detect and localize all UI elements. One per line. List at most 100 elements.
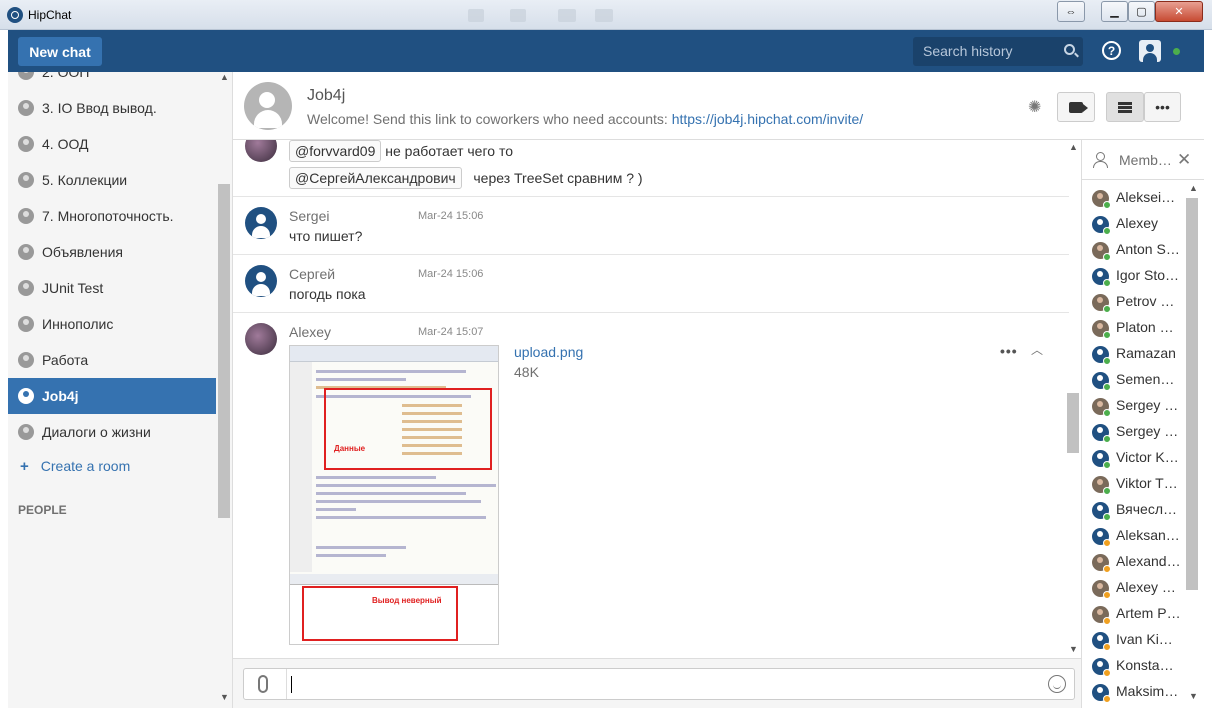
window-title: HipChat	[28, 8, 72, 22]
sidebar-scrollbar-thumb[interactable]	[218, 184, 230, 518]
close-icon[interactable]: ✕	[1177, 150, 1191, 170]
member-list-item[interactable]: Artem P…	[1082, 601, 1186, 627]
member-name: Semen…	[1116, 371, 1175, 387]
sidebar-room-oop[interactable]: 2. ООП	[8, 72, 216, 90]
member-list-item[interactable]: Platon …	[1082, 315, 1186, 341]
highlight-box	[324, 388, 492, 470]
presence-status-icon	[1103, 305, 1111, 313]
message-author: Alexey	[289, 324, 332, 340]
hipchat-logo-icon	[7, 7, 23, 23]
member-list-item[interactable]: Ivan Ki…	[1082, 627, 1186, 653]
emoticon-smile-icon[interactable]	[1048, 675, 1066, 693]
new-chat-button[interactable]: New chat	[18, 37, 102, 66]
minimize-button[interactable]: ▁	[1101, 1, 1128, 22]
message-input[interactable]	[243, 668, 1075, 700]
presence-status-icon	[1103, 279, 1111, 287]
scroll-up-arrow-icon[interactable]: ▲	[220, 72, 229, 82]
member-list-item[interactable]: Victor K…	[1082, 445, 1186, 471]
maximize-button[interactable]: ▢	[1128, 1, 1155, 22]
create-room-link[interactable]: + Create a room	[20, 458, 130, 475]
scroll-down-arrow-icon[interactable]: ▼	[220, 692, 229, 702]
member-list-item[interactable]: Ramazan	[1082, 341, 1186, 367]
attachment-paperclip-icon[interactable]	[258, 675, 268, 693]
members-scrollbar-thumb[interactable]	[1186, 198, 1198, 590]
presence-status-icon	[1103, 383, 1111, 391]
collapse-chevron-icon[interactable]: ︿	[1031, 341, 1043, 358]
image-preview[interactable]: Данные Вывод неверный	[289, 345, 499, 645]
member-list-item[interactable]: Igor Sto…	[1082, 263, 1186, 289]
member-list-item[interactable]: Maksim…	[1082, 679, 1186, 705]
message-avatar	[245, 265, 277, 297]
message-author: Sergei	[289, 208, 330, 224]
member-list-item[interactable]: Alexey …	[1082, 575, 1186, 601]
close-window-button[interactable]: ✕	[1155, 1, 1203, 22]
message-timestamp: Mar-24 15:07	[418, 326, 484, 338]
room-icon	[18, 136, 34, 152]
member-list-item[interactable]: Semen…	[1082, 367, 1186, 393]
member-list-item[interactable]: Anton S…	[1082, 237, 1186, 263]
sidebar-room-collections[interactable]: 5. Коллекции	[8, 162, 216, 198]
member-list-item[interactable]: Konsta…	[1082, 653, 1186, 679]
sidebar-room-multithreading[interactable]: 7. Многопоточность.	[8, 198, 216, 234]
member-list-item[interactable]: Aleksan…	[1082, 523, 1186, 549]
presence-status-icon	[1103, 227, 1111, 235]
invite-link[interactable]: https://job4j.hipchat.com/invite/	[672, 111, 863, 127]
search-history-input[interactable]: Search history	[913, 37, 1083, 66]
presence-status-indicator	[1171, 46, 1182, 57]
member-name: Petrov …	[1116, 293, 1175, 309]
messages-scrollbar-thumb[interactable]	[1067, 393, 1079, 453]
member-list-item[interactable]: Alexand…	[1082, 549, 1186, 575]
presence-status-icon	[1103, 513, 1111, 521]
mention-chip[interactable]: @СергейАлександрович	[289, 167, 462, 189]
member-list-item[interactable]: Вячесл…	[1082, 497, 1186, 523]
room-icon	[18, 280, 34, 296]
room-icon	[18, 352, 34, 368]
sidebar-room-ood[interactable]: 4. ООД	[8, 126, 216, 162]
message-list: @forvvard09 не работает чего то @СергейА…	[233, 140, 1081, 658]
message-author: Сергей	[289, 266, 336, 282]
sidebar-room-life-dialogs[interactable]: Диалоги о жизни	[8, 414, 216, 450]
restore-layout-button[interactable]: ⇔	[1057, 1, 1085, 22]
room-icon	[18, 208, 34, 224]
message-composer	[233, 658, 1081, 708]
ellipsis-icon: •••	[1155, 99, 1170, 115]
room-icon	[18, 316, 34, 332]
text-cursor	[291, 676, 292, 693]
sidebar-room-innopolis[interactable]: Иннополис	[8, 306, 216, 342]
member-list-item[interactable]: Petrov …	[1082, 289, 1186, 315]
search-placeholder: Search history	[923, 43, 1013, 59]
help-icon[interactable]: ?	[1102, 41, 1121, 60]
sidebar-room-work[interactable]: Работа	[8, 342, 216, 378]
search-icon[interactable]	[1064, 44, 1075, 55]
user-avatar[interactable]	[1139, 40, 1161, 62]
ide-gutter	[290, 362, 312, 572]
toggle-sidebar-button[interactable]	[1106, 92, 1144, 122]
sidebar-room-job4j[interactable]: Job4j	[8, 378, 216, 414]
notification-bell-icon[interactable]: ✺	[1028, 100, 1044, 116]
scroll-up-arrow-icon[interactable]: ▲	[1069, 142, 1078, 152]
scroll-up-arrow-icon[interactable]: ▲	[1189, 183, 1198, 193]
room-icon	[18, 172, 34, 188]
sidebar-room-announcements[interactable]: Объявления	[8, 234, 216, 270]
sidebar-room-junit[interactable]: JUnit Test	[8, 270, 216, 306]
scroll-down-arrow-icon[interactable]: ▼	[1069, 644, 1078, 654]
member-name: Вячесл…	[1116, 501, 1178, 517]
message-actions-icon[interactable]: •••	[1000, 343, 1018, 359]
member-list-item[interactable]: Viktor T…	[1082, 471, 1186, 497]
scroll-down-arrow-icon[interactable]: ▼	[1189, 691, 1198, 701]
sidebar-room-io[interactable]: 3. IO Ввод вывод.	[8, 90, 216, 126]
mention-chip[interactable]: @forvvard09	[289, 140, 382, 162]
message-item: Sergei Mar-24 15:06 что пишет?	[233, 197, 1069, 255]
more-options-button[interactable]: •••	[1144, 92, 1181, 122]
video-call-button[interactable]	[1057, 92, 1095, 122]
member-list-item[interactable]: Aleksei…	[1082, 185, 1186, 211]
room-icon	[18, 388, 34, 404]
member-list-item[interactable]: Sergey …	[1082, 393, 1186, 419]
room-avatar	[244, 82, 292, 130]
message-item: @forvvard09 не работает чего то @СергейА…	[233, 140, 1069, 197]
app-header: New chat Search history ?	[8, 30, 1204, 72]
file-link[interactable]: upload.png	[514, 344, 583, 360]
member-list-item[interactable]: Sergey …	[1082, 419, 1186, 445]
member-list-item[interactable]: Alexey	[1082, 211, 1186, 237]
member-name: Artem P…	[1116, 605, 1181, 621]
